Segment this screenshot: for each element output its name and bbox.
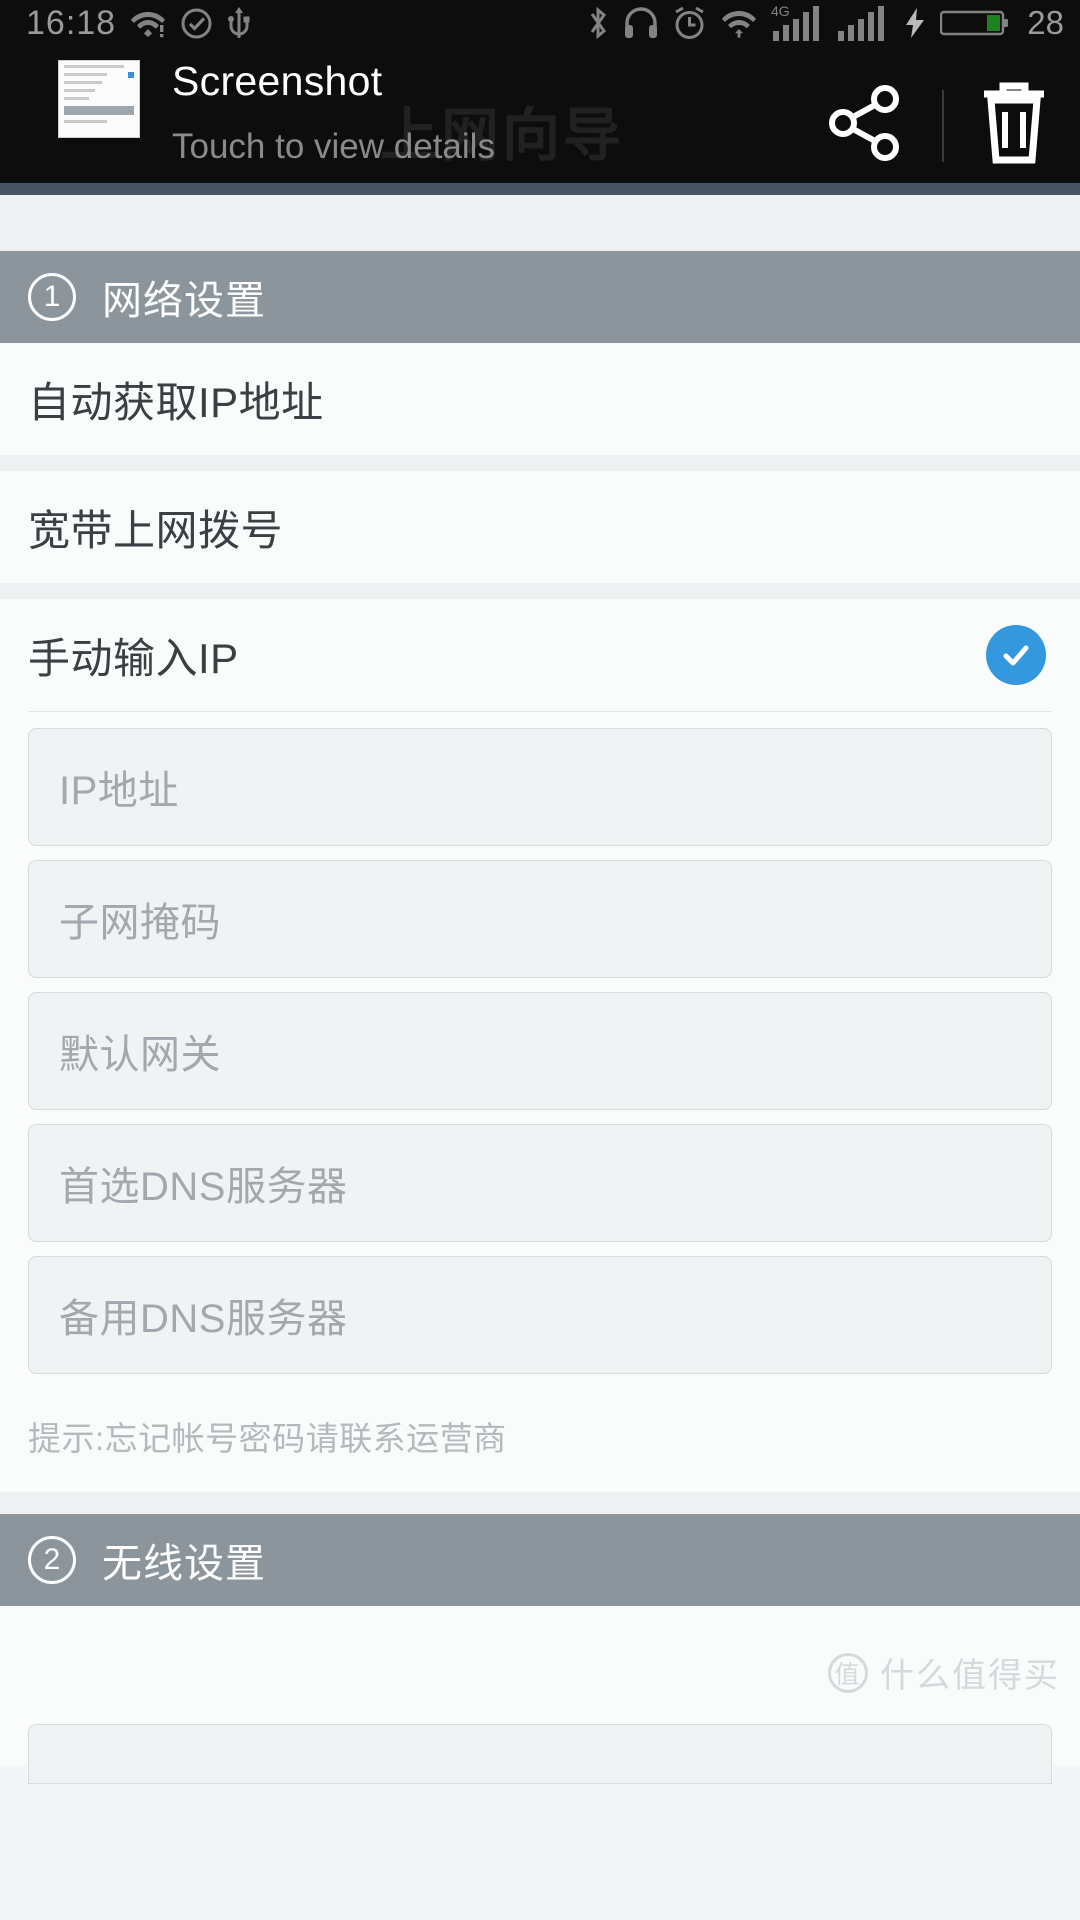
option-label: 宽带上网拨号 [28, 506, 284, 554]
section-number-badge: 2 [28, 1536, 76, 1584]
action-divider [942, 89, 944, 162]
field-placeholder: 首选DNS服务器 [59, 1165, 348, 1209]
watermark-badge: 值 [828, 1652, 868, 1693]
manual-ip-fields: IP地址 子网掩码 默认网关 首选DNS服务器 备用DNS服务器 [0, 712, 1080, 1374]
field-partial-peek[interactable] [28, 1724, 1052, 1784]
notification-actions [822, 56, 1050, 171]
field-preferred-dns[interactable]: 首选DNS服务器 [28, 1124, 1052, 1242]
signal-bars-icon [838, 3, 890, 43]
watermark-text: 什么值得买 [880, 1657, 1060, 1695]
footer-watermark: 值 什么值得买 [828, 1648, 1060, 1697]
row-separator [0, 583, 1080, 599]
section-number-badge: 1 [28, 273, 76, 321]
field-default-gateway[interactable]: 默认网关 [28, 992, 1052, 1110]
signal-4g-icon: 4G [771, 3, 825, 43]
status-bar-right: 4G 28 [586, 3, 1064, 43]
headset-icon [623, 6, 659, 40]
option-label: 手动输入IP [28, 634, 239, 682]
notification-text: Screenshot Touch to view details [172, 56, 495, 167]
usb-icon [227, 6, 251, 40]
field-placeholder: IP地址 [59, 769, 179, 813]
notification-item[interactable]: Screenshot Touch to view details [0, 46, 1080, 183]
status-bar: 16:18 4G 28 [0, 0, 1080, 46]
shade-bottom-edge [0, 183, 1080, 195]
selected-check-icon[interactable] [986, 625, 1046, 685]
top-spacer [0, 195, 1080, 251]
field-alternate-dns[interactable]: 备用DNS服务器 [28, 1256, 1052, 1374]
wireless-section-body: 值 什么值得买 [0, 1606, 1080, 1784]
trash-icon[interactable] [978, 80, 1050, 171]
field-placeholder: 子网掩码 [59, 901, 221, 945]
setup-wizard-page: 1 网络设置 自动获取IP地址 宽带上网拨号 手动输入IP IP地址 子网掩码 [0, 195, 1080, 1784]
battery-percent: 28 [1027, 4, 1064, 41]
section-title: 网络设置 [102, 279, 266, 323]
field-ip-address[interactable]: IP地址 [28, 728, 1052, 846]
option-pppoe-dial[interactable]: 宽带上网拨号 [0, 471, 1080, 583]
charging-bolt-icon [903, 6, 927, 40]
manual-ip-block: 手动输入IP IP地址 子网掩码 默认网关 首选DNS服务器 备用DNS服务器 … [0, 599, 1080, 1492]
screenshot-thumbnail [58, 60, 140, 138]
field-placeholder: 备用DNS服务器 [59, 1297, 348, 1341]
section-header-wireless: 2 无线设置 [0, 1514, 1080, 1606]
battery-icon [940, 6, 1010, 40]
option-auto-ip[interactable]: 自动获取IP地址 [0, 343, 1080, 455]
row-separator [0, 455, 1080, 471]
field-subnet-mask[interactable]: 子网掩码 [28, 860, 1052, 978]
notification-title: Screenshot [172, 58, 383, 104]
wifi-upload-icon [720, 8, 758, 38]
check-circle-icon [180, 7, 213, 40]
status-clock: 16:18 [26, 3, 117, 42]
section-spacer [0, 1492, 1080, 1514]
section-title: 无线设置 [102, 1542, 266, 1586]
status-bar-left: 16:18 [26, 4, 251, 43]
bluetooth-icon [586, 5, 610, 41]
option-manual-ip[interactable]: 手动输入IP [0, 599, 1080, 711]
hint-text: 提示:忘记帐号密码请联系运营商 [0, 1388, 1080, 1486]
wifi-alert-icon [130, 8, 166, 38]
field-placeholder: 默认网关 [59, 1033, 221, 1077]
notification-subtitle: Touch to view details [172, 127, 495, 167]
notification-shade: 16:18 4G 28 上网向导 Screenshot Touch to vie… [0, 0, 1080, 183]
option-label: 自动获取IP地址 [28, 378, 324, 426]
svg-text:4G: 4G [771, 3, 790, 19]
section-header-network: 1 网络设置 [0, 251, 1080, 343]
alarm-icon [672, 6, 707, 41]
share-icon[interactable] [822, 80, 908, 171]
